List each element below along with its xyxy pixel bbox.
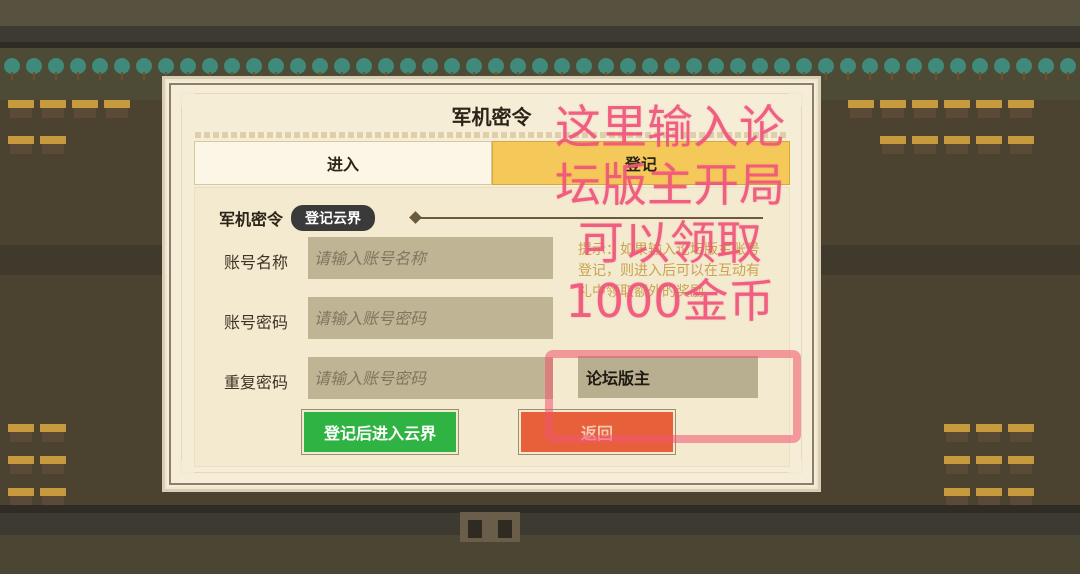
house-icon — [944, 136, 970, 154]
house-icon — [8, 424, 34, 442]
frame-corner — [789, 460, 803, 474]
house-icon — [976, 456, 1002, 474]
house-icon — [944, 100, 970, 118]
section-pill: 登记云界 — [291, 205, 376, 231]
house-icon — [1008, 424, 1034, 442]
house-icon — [40, 456, 66, 474]
annotation-line: 这里输入论 — [555, 100, 785, 154]
house-icon — [976, 424, 1002, 442]
house-icon — [880, 100, 906, 118]
house-icon — [944, 488, 970, 506]
house-icon — [40, 100, 66, 118]
house-icon — [1008, 100, 1034, 118]
house-icon — [1008, 488, 1034, 506]
frame-corner — [180, 460, 194, 474]
account-name-input[interactable] — [308, 237, 553, 279]
house-icon — [40, 424, 66, 442]
annotation-highlight-box — [545, 350, 801, 443]
house-icon — [880, 136, 906, 154]
house-icon — [8, 100, 34, 118]
house-icon — [1008, 456, 1034, 474]
annotation-line: 坛版主开局 — [555, 158, 785, 212]
house-icon — [8, 488, 34, 506]
account-name-label: 账号名称 — [224, 253, 289, 272]
house-icon — [8, 136, 34, 154]
house-icon — [104, 100, 130, 118]
annotation-line: 1000金币 — [565, 274, 775, 328]
repeat-password-input[interactable] — [308, 357, 553, 399]
house-icon — [8, 456, 34, 474]
annotation-line: 可以领取 — [578, 216, 762, 270]
password-input[interactable] — [308, 297, 553, 339]
section-header: 军机密令 登记云界 — [219, 205, 376, 231]
house-icon — [976, 488, 1002, 506]
repeat-password-label: 重复密码 — [224, 373, 289, 392]
house-icon — [1008, 136, 1034, 154]
house-icon — [976, 136, 1002, 154]
house-icon — [976, 100, 1002, 118]
password-label: 账号密码 — [224, 313, 289, 332]
register-enter-button[interactable]: 登记后进入云界 — [301, 409, 459, 455]
house-icon — [40, 488, 66, 506]
annotation-text: 这里输入论 坛版主开局 可以领取 1000金币 — [530, 98, 810, 330]
house-icon — [944, 456, 970, 474]
tab-enter[interactable]: 进入 — [194, 141, 492, 185]
house-icon — [72, 100, 98, 118]
house-icon — [40, 136, 66, 154]
house-icon — [912, 136, 938, 154]
house-icon — [848, 100, 874, 118]
house-icon — [944, 424, 970, 442]
house-icon — [912, 100, 938, 118]
section-label: 军机密令 — [219, 210, 284, 229]
